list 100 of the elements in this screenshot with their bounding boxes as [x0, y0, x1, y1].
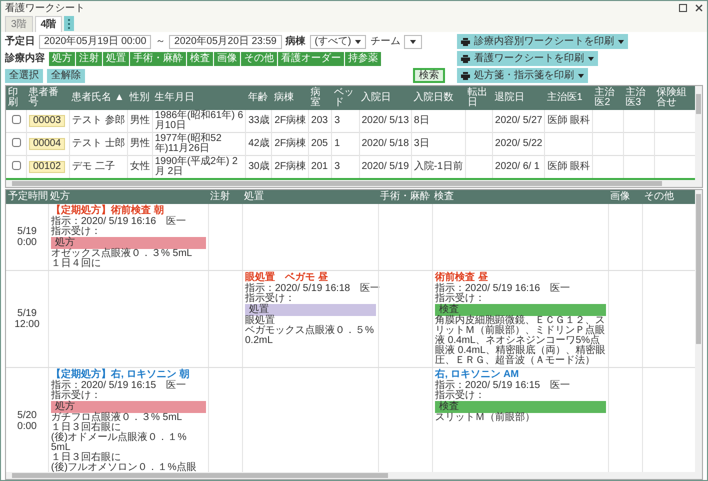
printer-icon	[461, 72, 470, 80]
range-separator: ～	[155, 35, 166, 49]
order-title[interactable]: 【定期処方】右, ロキソニン 朝	[51, 369, 206, 381]
column-header[interactable]: 保険組合せ	[654, 86, 695, 110]
table-cell: 2020/ 5/13	[362, 115, 409, 126]
column-header[interactable]: 転出日	[465, 86, 493, 110]
patient-number[interactable]: 00003	[29, 115, 65, 127]
column-header: 予定時間	[7, 190, 48, 204]
category-toggle[interactable]: 処方	[49, 52, 75, 66]
table-cell: 205	[311, 138, 328, 149]
column-header[interactable]: 患者氏名 ▲	[70, 86, 128, 110]
table-cell: 男性	[130, 138, 150, 149]
table-cell: 1977年(昭和52年)11月26日	[154, 133, 222, 154]
table-cell: 2020/ 5/18	[362, 138, 409, 149]
acceptance-text: 指示受け：	[51, 227, 102, 237]
print-button[interactable]: 処方箋・指示箋を印刷	[457, 68, 588, 83]
table-cell: 2020/ 6/ 1	[495, 161, 540, 172]
schedule-date: 5/19	[17, 308, 37, 319]
row-checkbox[interactable]	[12, 138, 21, 147]
order-detail: スリットＭ（前眼部）	[435, 413, 536, 423]
horizontal-scrollbar[interactable]	[6, 180, 702, 187]
caret-icon	[578, 74, 584, 78]
date-to-field[interactable]: 2020年05月20日 23:59	[169, 34, 282, 48]
category-label: 診療内容	[5, 51, 45, 66]
search-button[interactable]: 検索	[413, 68, 445, 83]
category-bar: 処方	[51, 237, 206, 249]
team-dropdown[interactable]	[404, 34, 422, 48]
column-header[interactable]: 病室	[308, 86, 332, 110]
table-cell: 203	[311, 115, 328, 126]
instruction-text: 指示：2020/ 5/19 16:16 医一	[51, 217, 188, 227]
column-header[interactable]: 病棟	[272, 86, 309, 110]
date-from-field[interactable]: 2020年05月19日 00:00	[39, 34, 152, 48]
column-header[interactable]: 主治医3	[624, 86, 654, 110]
row-checkbox[interactable]	[12, 161, 21, 170]
order-title[interactable]: 術前検査 昼	[435, 272, 606, 284]
order-title[interactable]: 【定期処方】術前検査 朝	[51, 205, 206, 217]
table-cell: 入院-1日前	[414, 161, 463, 172]
table-cell: 3日	[414, 138, 430, 149]
patient-number[interactable]: 00004	[29, 138, 65, 150]
category-toggle[interactable]: 処置	[103, 52, 129, 66]
print-button[interactable]: 看護ワークシートを印刷	[457, 51, 598, 66]
select-all-button[interactable]: 全選択	[5, 68, 43, 82]
clear-all-button[interactable]: 全解除	[47, 68, 85, 82]
column-header[interactable]: 主治医1	[544, 86, 593, 110]
printer-icon	[461, 38, 470, 46]
acceptance-text: 指示受け：	[51, 391, 102, 401]
caret-icon	[355, 40, 362, 44]
table-cell: 2F病棟	[274, 161, 306, 172]
column-header: 処方	[49, 190, 71, 204]
vertical-scrollbar[interactable]	[695, 86, 702, 180]
column-header: 注射	[209, 190, 231, 204]
maximize-icon[interactable]	[679, 4, 687, 12]
column-header: その他	[643, 190, 675, 204]
column-header[interactable]: 入院日	[359, 86, 412, 110]
category-bar: 検査	[435, 304, 606, 316]
row-checkbox[interactable]	[12, 115, 21, 124]
more-button[interactable]	[64, 16, 74, 31]
column-header[interactable]: 性別	[127, 86, 152, 110]
table-cell: 3	[334, 115, 340, 126]
table-cell: 3	[334, 161, 340, 172]
table-cell: 2020/ 5/27	[495, 115, 542, 126]
close-icon[interactable]	[695, 4, 703, 12]
category-toggle[interactable]: 画像	[214, 52, 240, 66]
category-toggle[interactable]: 手術・麻酔	[130, 52, 186, 66]
horizontal-scrollbar[interactable]	[6, 472, 702, 479]
floor-tab[interactable]: 3階	[5, 16, 33, 32]
ward-dropdown[interactable]: (すべて)	[310, 34, 366, 48]
table-cell: 30歳	[248, 161, 270, 172]
patient-number[interactable]: 00102	[29, 161, 65, 173]
order-title[interactable]: 眼処置 ベガモ 昼	[245, 272, 376, 284]
column-header[interactable]: 年齢	[246, 86, 272, 110]
table-cell: 33歳	[248, 115, 270, 126]
floor-tab[interactable]: 4階	[34, 16, 62, 32]
column-header[interactable]: 患者番号	[26, 86, 70, 110]
category-toggle[interactable]: その他	[241, 52, 277, 66]
category-toggle[interactable]: 持参薬	[345, 52, 381, 66]
table-cell: 2020/ 5/22	[495, 138, 542, 149]
column-header[interactable]: 退院日	[492, 86, 545, 110]
category-bar: 処置	[245, 304, 376, 316]
table-cell: 42歳	[248, 138, 270, 149]
team-label: チーム	[370, 35, 400, 49]
print-button[interactable]: 診療内容別ワークシートを印刷	[457, 34, 628, 49]
schedule-date: 5/19	[17, 226, 37, 237]
schedule-time: 0:00	[17, 421, 37, 432]
acceptance-text: 指示受け：	[435, 294, 486, 304]
order-title[interactable]: 右, ロキソニン AM	[435, 369, 606, 381]
order-detail: 角膜内皮細胞顕微鏡、ＥＣＧ１２、スリットＭ（前眼部）、ミドリンＰ点眼液 0.4mL、ネオシネジンコーワ5%点眼液 0.4mL、精密眼底（両）、精密眼圧、ＥＲＧ、超音波（Ａモード法）	[435, 316, 606, 366]
instruction-text: 指示：2020/ 5/19 16:16 医一	[435, 284, 572, 294]
table-cell: 医師 眼科	[547, 161, 590, 172]
column-header[interactable]: 入院日数	[411, 86, 466, 110]
vertical-scrollbar[interactable]	[695, 190, 702, 472]
category-toggle[interactable]: 注射	[76, 52, 102, 66]
column-header[interactable]: 主治医2	[592, 86, 624, 110]
category-toggle[interactable]: 検査	[187, 52, 213, 66]
category-toggle[interactable]: 看護オーダー	[278, 52, 344, 66]
table-cell: 8日	[414, 115, 430, 126]
table-cell: テスト 士郎	[72, 138, 125, 149]
column-header[interactable]: 生年月日	[152, 86, 246, 110]
column-header[interactable]: ベッド	[332, 86, 360, 110]
column-header[interactable]: 印刷	[6, 86, 27, 110]
